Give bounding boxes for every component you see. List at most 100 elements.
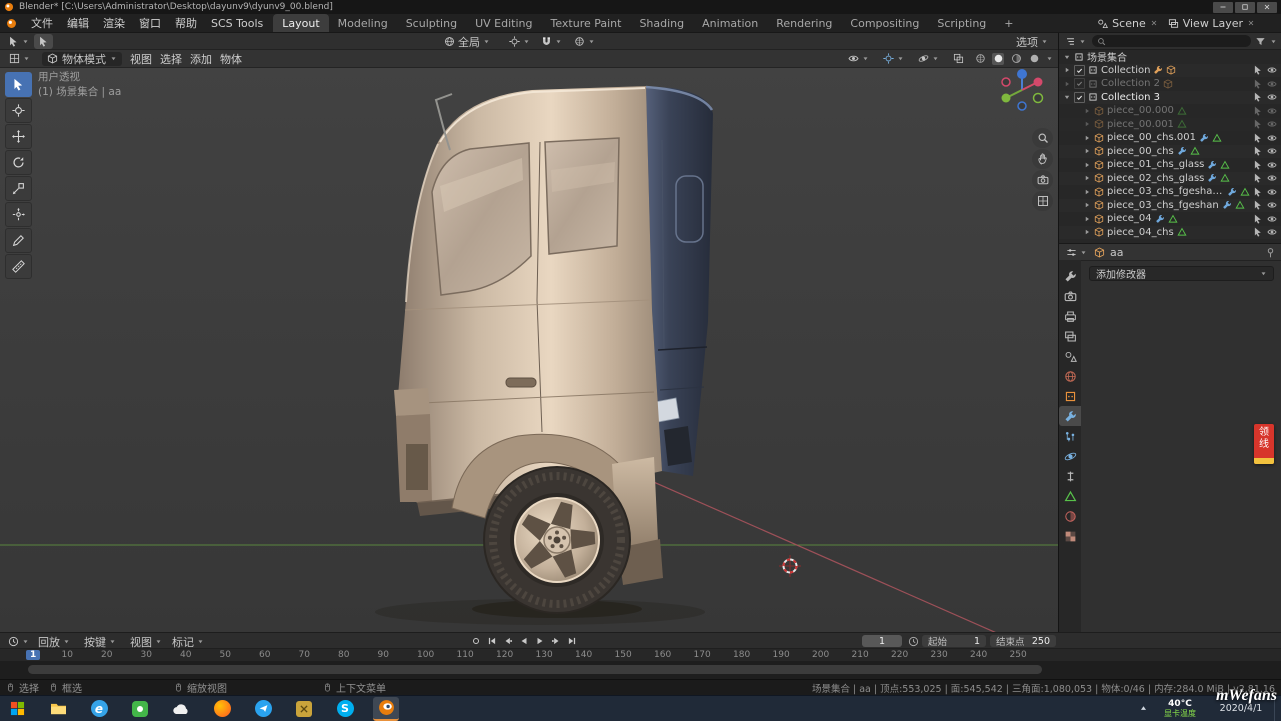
current-frame-field[interactable]: 1 [862,635,902,647]
viewport-canvas[interactable] [0,50,1058,632]
cursor-tool[interactable] [5,98,32,123]
ruler-frame-label[interactable]: 30 [141,650,152,660]
expand-arrow-icon[interactable] [1083,201,1091,209]
tab-compositing[interactable]: Compositing [841,14,928,32]
pan-view-button[interactable] [1032,149,1053,169]
eye-icon[interactable] [1267,187,1277,197]
ruler-frame-label[interactable]: 210 [852,650,869,660]
ruler-frame-label[interactable]: 60 [259,650,270,660]
shading-solid-button[interactable] [992,53,1004,65]
selectable-toggle-icon[interactable] [1253,65,1263,75]
play-button[interactable] [532,634,547,647]
timeline-menu-marker[interactable]: 标记 [168,634,208,649]
overlays-dropdown[interactable] [914,51,943,66]
next-keyframe-button[interactable] [548,634,563,647]
tab-animation[interactable]: Animation [693,14,767,32]
ortho-toggle-button[interactable] [1032,191,1053,211]
viewport-3d[interactable]: 物体模式 视图 选择 添加 物体 [0,50,1058,632]
expand-arrow-icon[interactable] [1083,228,1091,236]
transform-orientation-dropdown[interactable]: 全局 [440,34,494,49]
expand-arrow-icon[interactable] [1083,107,1091,115]
timeline-scrollbar[interactable] [28,665,1042,674]
eye-icon[interactable] [1267,146,1277,156]
menu-help[interactable]: 帮助 [175,15,197,31]
gizmos-dropdown[interactable] [879,51,908,66]
ruler-frame-label[interactable]: 140 [575,650,592,660]
outliner-row-collection-3[interactable]: Collection 3 [1059,91,1281,105]
ruler-frame-label[interactable]: 190 [773,650,790,660]
outliner-row-object[interactable]: piece_03_chs_fgeshan [1059,199,1281,213]
selectable-toggle-icon[interactable] [1253,79,1263,89]
tool-options-dropdown[interactable]: 选项 [1012,34,1052,49]
tab-uv-editing[interactable]: UV Editing [466,14,541,32]
ruler-frame-label[interactable]: 10 [62,650,73,660]
zoom-view-button[interactable] [1032,128,1053,148]
eye-icon[interactable] [1267,119,1277,129]
expand-arrow-icon[interactable] [1083,147,1091,155]
expand-arrow-icon[interactable] [1083,120,1091,128]
tab-constraints[interactable] [1059,466,1081,486]
active-tool-dropdown[interactable] [4,34,33,49]
blender-menu-icon[interactable] [6,18,17,29]
selectable-toggle-icon[interactable] [1253,187,1263,197]
tab-texture-paint[interactable]: Texture Paint [541,14,630,32]
frame-start-field[interactable]: 起始 1 [922,635,986,647]
expand-arrow-icon[interactable] [1063,80,1071,88]
tab-render[interactable] [1059,286,1081,306]
frame-end-field[interactable]: 结束点 250 [990,635,1056,647]
eye-icon[interactable] [1267,92,1277,102]
eye-icon[interactable] [1267,160,1277,170]
tab-shading[interactable]: Shading [630,14,693,32]
eye-icon[interactable] [1267,173,1277,183]
taskbar-cloud-app[interactable] [168,697,194,721]
ruler-frame-label[interactable]: 200 [812,650,829,660]
shading-wireframe-button[interactable] [974,53,986,65]
tab-particles[interactable] [1059,426,1081,446]
outliner-row-collection[interactable]: Collection [1059,64,1281,78]
ruler-frame-label[interactable]: 150 [615,650,632,660]
tab-scripting[interactable]: Scripting [928,14,995,32]
ruler-frame-label[interactable]: 110 [457,650,474,660]
play-reverse-button[interactable] [516,634,531,647]
outliner-row-object[interactable]: piece_03_chs_fgeshan.001 [1059,185,1281,199]
ruler-frame-label[interactable]: 120 [496,650,513,660]
xray-toggle[interactable] [949,51,968,66]
select-box-tool[interactable] [5,72,32,97]
shading-options-chevron-icon[interactable] [1046,55,1053,62]
scene-selector[interactable]: Scene [1097,17,1158,30]
tab-rendering[interactable]: Rendering [767,14,841,32]
outliner-editor-dropdown[interactable] [1063,34,1088,49]
taskbar-communicator-app[interactable]: S [332,697,358,721]
ruler-frame-label[interactable]: 160 [654,650,671,660]
ruler-frame-label[interactable]: 240 [970,650,987,660]
menu-file[interactable]: 文件 [31,15,53,31]
box-select-tool-button[interactable] [34,34,53,49]
viewport-menu-object[interactable]: 物体 [220,51,242,67]
ruler-frame-label[interactable]: 90 [378,650,389,660]
camera-view-button[interactable] [1032,170,1053,190]
taskbar-file-explorer[interactable] [45,697,71,721]
outliner-row-object[interactable]: piece_01_chs_glass [1059,158,1281,172]
menu-edit[interactable]: 编辑 [67,15,89,31]
outliner-row-object[interactable]: piece_04_chs [1059,226,1281,240]
taskbar-chat-app[interactable] [250,697,276,721]
ruler-frame-label[interactable]: 230 [931,650,948,660]
expand-arrow-icon[interactable] [1063,53,1071,61]
start-button[interactable] [4,697,30,721]
rotate-tool[interactable] [5,150,32,175]
tab-modeling[interactable]: Modeling [329,14,397,32]
collection-checkbox[interactable] [1074,65,1085,76]
eye-icon[interactable] [1267,65,1277,75]
tab-scene[interactable] [1059,346,1081,366]
selectable-toggle-icon[interactable] [1253,173,1263,183]
ruler-frame-label[interactable]: 220 [891,650,908,660]
scale-tool[interactable] [5,176,32,201]
axis-x-neg-handle[interactable] [1002,78,1010,86]
shading-rendered-button[interactable] [1028,53,1040,65]
taskbar-internet-explorer[interactable]: e [86,697,112,721]
tab-object[interactable] [1059,386,1081,406]
filter-funnel-icon[interactable] [1255,36,1266,47]
properties-editor-dropdown[interactable] [1064,245,1089,260]
selectable-toggle-icon[interactable] [1253,214,1263,224]
move-tool[interactable] [5,124,32,149]
